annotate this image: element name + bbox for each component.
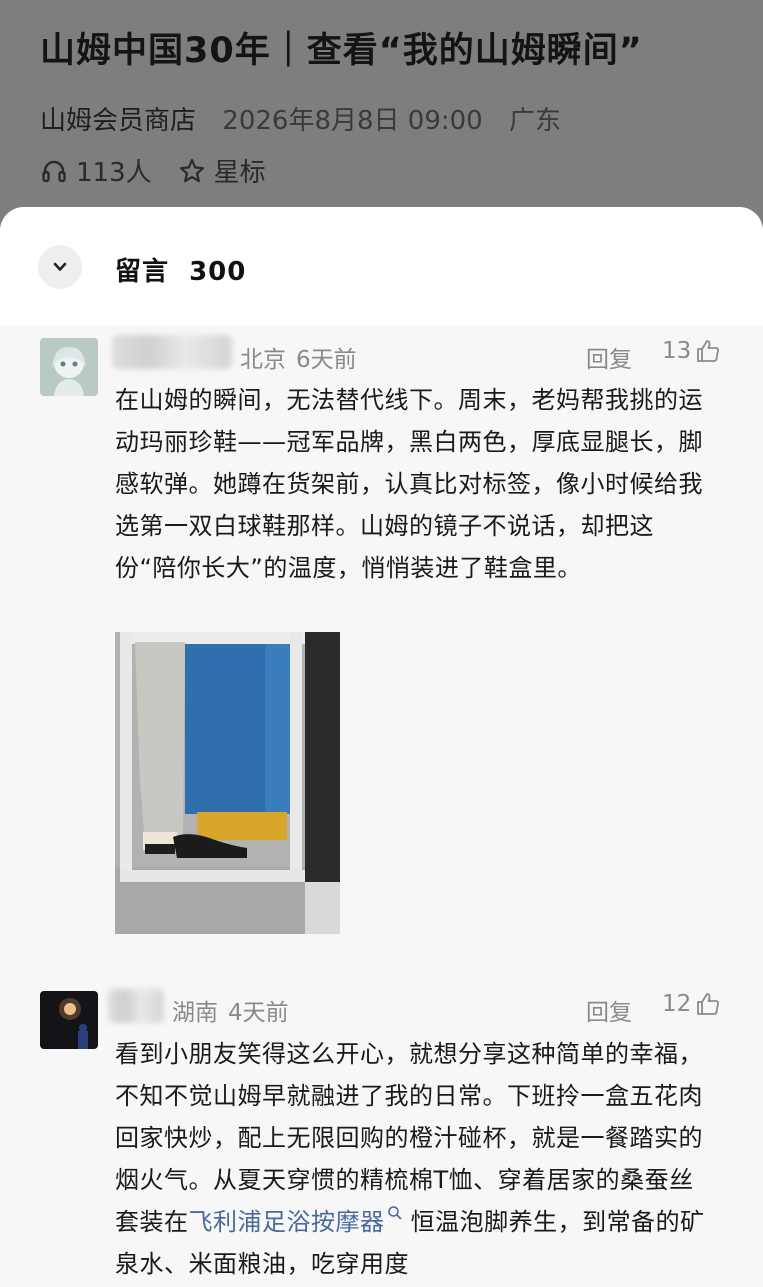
star-button[interactable]: 星标 bbox=[178, 152, 266, 189]
comment-text-before: 看到小朋友笑得这么开心，就想分享这种简单的幸福，不知不觉山姆早就融进了我的日常。… bbox=[115, 1040, 703, 1236]
thumbs-up-icon bbox=[697, 993, 720, 1015]
anime-girl-avatar-image bbox=[40, 338, 98, 396]
chevron-down-icon bbox=[53, 262, 67, 271]
comment-item: 北京 6天前 回复 13 在山姆的瞬间，无法替代线下。周末，老妈帮我挑的运动玛丽珍… bbox=[0, 327, 763, 967]
thumbs-up-icon bbox=[697, 340, 720, 362]
night-scene-avatar-image bbox=[40, 991, 98, 1049]
comments-sheet: 留言 300 北京 6天前 回复 13 在山姆的瞬间，无法替代线下。周末，老妈帮… bbox=[0, 207, 763, 1287]
article-stats: 113人 星标 bbox=[40, 152, 266, 189]
comment-item: 湖南 4天前 回复 12 看到小朋友笑得这么开心，就想分享这种简单的幸福，不知不觉… bbox=[0, 977, 763, 1287]
like-button[interactable]: 13 bbox=[662, 338, 721, 364]
comment-photo-shoes[interactable] bbox=[115, 632, 340, 934]
comment-meta: 湖南 4天前 bbox=[172, 993, 289, 1027]
comments-count: 300 bbox=[189, 257, 247, 287]
avatar[interactable] bbox=[40, 338, 98, 396]
reply-button[interactable]: 回复 bbox=[586, 340, 632, 374]
search-icon[interactable] bbox=[387, 1205, 403, 1221]
like-button[interactable]: 12 bbox=[662, 991, 721, 1017]
nickname-blurred bbox=[108, 989, 164, 1023]
comment-time: 4天前 bbox=[228, 1000, 289, 1026]
comment-meta: 北京 6天前 bbox=[240, 340, 357, 374]
like-count: 12 bbox=[662, 991, 692, 1017]
comment-text: 看到小朋友笑得这么开心，就想分享这种简单的幸福，不知不觉山姆早就融进了我的日常。… bbox=[115, 1033, 715, 1285]
publish-region: 广东 bbox=[509, 106, 562, 136]
like-count: 13 bbox=[662, 338, 692, 364]
comment-time: 6天前 bbox=[296, 347, 357, 373]
comments-title: 留言 300 bbox=[115, 251, 246, 288]
account-name[interactable]: 山姆会员商店 bbox=[40, 106, 196, 136]
product-search-link[interactable]: 飞利浦足浴按摩器 bbox=[189, 1208, 385, 1236]
star-icon bbox=[179, 158, 204, 182]
publish-date: 2026年8月8日 09:00 bbox=[222, 106, 483, 136]
comments-sheet-header: 留言 300 bbox=[0, 207, 763, 325]
article-meta: 山姆会员商店 2026年8月8日 09:00 广东 bbox=[40, 100, 561, 137]
avatar[interactable] bbox=[40, 991, 98, 1049]
headphones-icon bbox=[42, 160, 66, 182]
collapse-button[interactable] bbox=[38, 245, 82, 289]
listener-count: 113人 bbox=[76, 158, 152, 188]
shoe-shelf-photo bbox=[115, 632, 340, 934]
nickname-blurred bbox=[112, 335, 232, 369]
comments-title-label: 留言 bbox=[115, 257, 170, 287]
comment-location: 北京 bbox=[240, 347, 286, 373]
star-label: 星标 bbox=[213, 158, 266, 188]
comment-text: 在山姆的瞬间，无法替代线下。周末，老妈帮我挑的运动玛丽珍鞋——冠军品牌，黑白两色… bbox=[115, 386, 703, 582]
reply-button[interactable]: 回复 bbox=[586, 993, 632, 1027]
article-title: 山姆中国30年｜查看“我的山姆瞬间” bbox=[40, 31, 643, 71]
comment-location: 湖南 bbox=[172, 1000, 218, 1026]
